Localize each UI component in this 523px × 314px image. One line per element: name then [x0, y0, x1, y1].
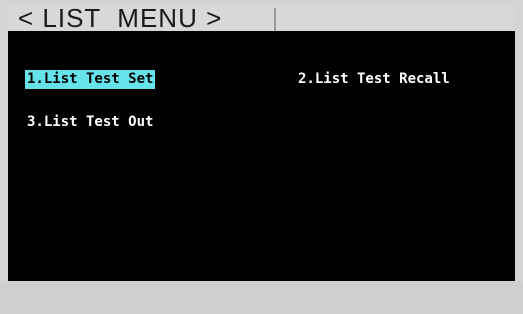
menu-item-list-test-out[interactable]: 3.List Test Out: [25, 113, 155, 132]
instrument-screen: < LIST MENU > 1.List Test Set 2.List Tes…: [0, 0, 523, 314]
menu-panel: 1.List Test Set 2.List Test Recall 3.Lis…: [8, 31, 515, 281]
header-divider: [274, 8, 276, 31]
menu-item-list-test-set[interactable]: 1.List Test Set: [25, 70, 156, 89]
footer-bar: [0, 281, 523, 314]
page-title: < LIST MENU >: [18, 3, 223, 33]
header-bar: < LIST MENU >: [8, 3, 515, 33]
menu-item-list-test-recall[interactable]: 2.List Test Recall: [296, 70, 452, 89]
